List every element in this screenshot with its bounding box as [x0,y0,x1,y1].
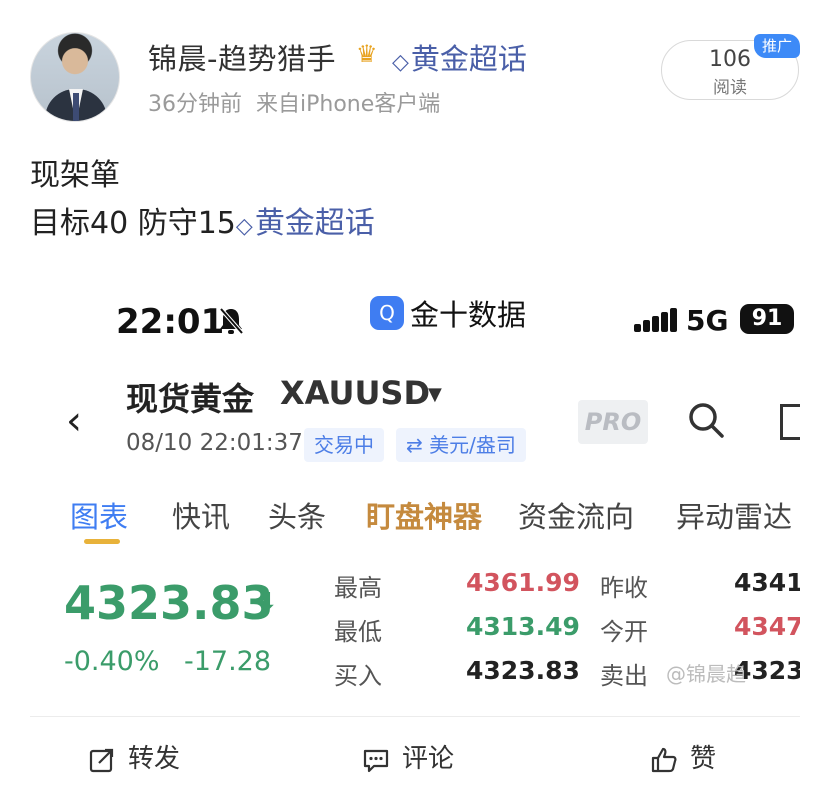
tab-flash[interactable]: 快讯 [172,494,230,536]
bell-muted-icon [218,306,244,343]
network-type: 5G [686,304,729,337]
author-name[interactable]: 锦晨-趋势猎手 [148,36,336,78]
instrument-code[interactable]: XAUUSD [280,374,430,412]
open-value: 4347. [734,612,800,641]
comment-icon [362,746,390,774]
bid-value: 4323.83 [466,656,580,685]
topic-tag-link[interactable]: ◇黄金超话 [392,36,527,78]
back-arrow-icon[interactable]: ‹ [66,398,82,444]
post-topic-link[interactable]: ◇黄金超话 [236,206,375,241]
active-tab-indicator [84,539,120,544]
tab-movement-radar[interactable]: 异动雷达 [676,494,792,536]
action-divider [30,716,800,717]
change-absolute: -17.28 [184,646,272,677]
high-value: 4361.99 [466,568,580,597]
instrument-name: 现货黄金 [126,380,255,418]
trading-status-chip: 交易中 [304,428,384,462]
post-source: 来自iPhone客户端 [256,92,441,117]
comment-button[interactable]: 评论 [362,738,454,775]
quote-timestamp: 08/10 22:01:37 [126,430,303,456]
current-price: 4323.83 [64,576,274,630]
battery-level: 91 [740,304,794,334]
change-percent: -0.40% [64,646,160,677]
currency-chip[interactable]: ⇄ 美元/盎司 [396,428,526,462]
post-text-line2: 目标40 防守15◇黄金超话 [30,206,375,241]
pro-badge[interactable]: PRO [578,400,648,444]
repost-button[interactable]: 转发 [88,738,180,775]
low-label: 最低 [334,618,382,646]
crown-icon: ♛ [356,40,378,68]
weibo-watermark: @锦晨趋 [666,662,746,686]
post-text-line1: 现架箪 [30,158,120,193]
tab-headlines[interactable]: 头条 [268,494,326,536]
prev-close-label: 昨收 [600,574,648,602]
high-label: 最高 [334,574,382,602]
signal-icon [634,308,678,332]
low-value: 4313.49 [466,612,580,641]
diamond-icon: ◇ [392,50,409,75]
status-time: 22:01 [116,302,225,342]
attached-screenshot[interactable]: 22:01 Q 金十数据 5G 91 ‹ 现货黄金 XAUUSD ▼ 08/10 … [30,262,800,712]
bid-label: 买入 [334,662,382,690]
diamond-icon: ◇ [235,214,253,239]
author-avatar[interactable] [30,32,120,122]
prev-close-value: 4341. [734,568,800,597]
repost-icon [88,746,116,774]
app-logo-icon: Q [370,296,404,330]
tab-capital-flow[interactable]: 资金流向 [518,494,634,536]
post-meta: 36分钟前 来自iPhone客户端 [148,86,440,118]
share-icon[interactable] [780,404,800,440]
open-label: 今开 [600,618,648,646]
post-time: 36分钟前 [148,92,242,117]
read-label: 阅读 [713,78,747,98]
thumbs-up-icon [650,746,678,774]
like-button[interactable]: 赞 [650,738,716,775]
arrow-down-icon: ⬇ [256,588,278,618]
ask-label: 卖出 [600,662,648,690]
promo-badge[interactable]: 推广 [754,34,800,58]
tab-chart[interactable]: 图表 [70,494,128,536]
tab-watch-tool[interactable]: 盯盘神器 [366,494,482,536]
caret-down-icon[interactable]: ▼ [428,384,442,405]
search-icon[interactable] [686,400,726,440]
status-app-name: 金十数据 [410,298,527,332]
status-app: Q 金十数据 [370,292,526,334]
